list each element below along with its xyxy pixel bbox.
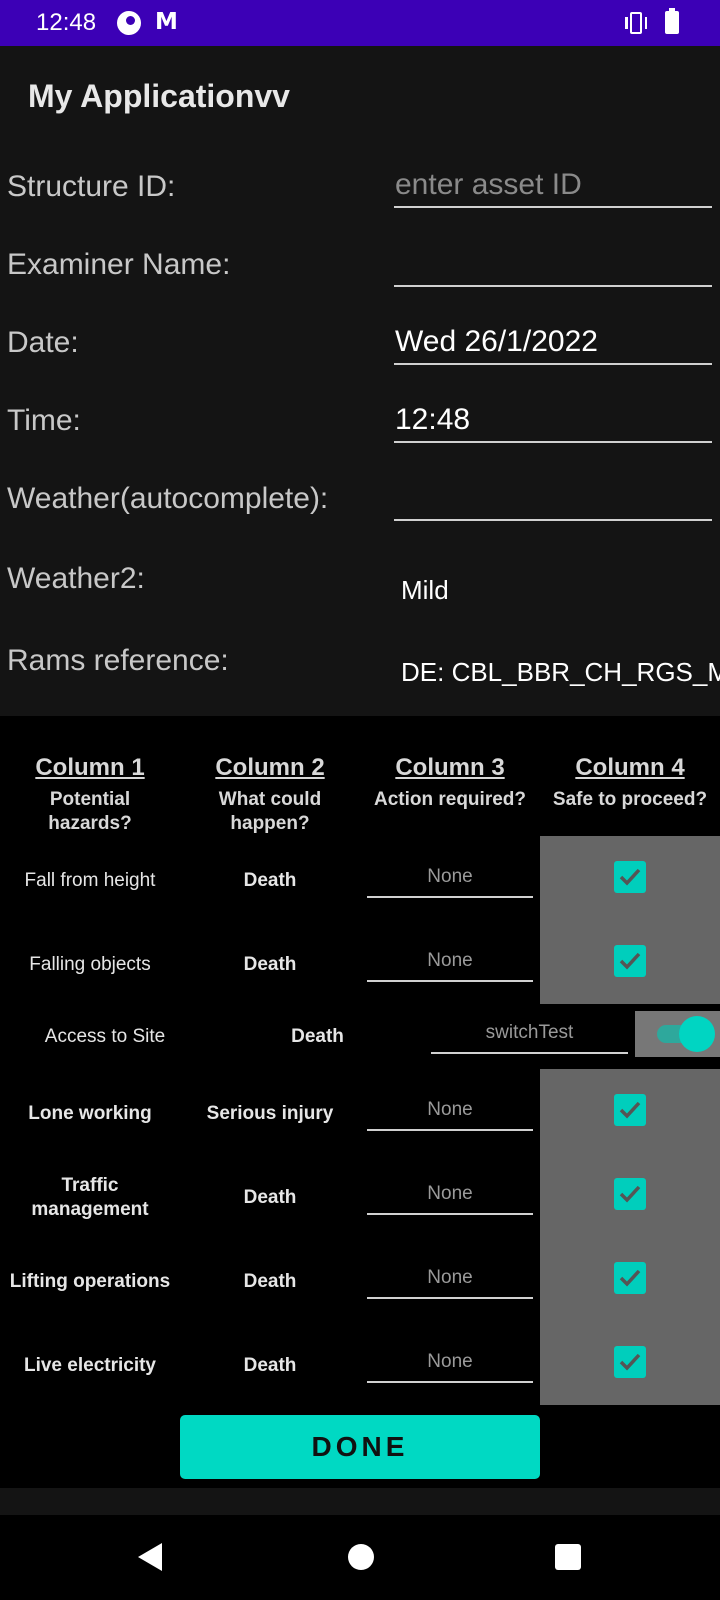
- battery-icon: [665, 8, 679, 34]
- app-title: My Applicationvv: [28, 78, 290, 114]
- check-icon: [619, 1101, 641, 1119]
- row-5-action-input[interactable]: None: [367, 1181, 533, 1215]
- status-time: 12:48: [36, 9, 97, 36]
- date-label: Date:: [7, 326, 79, 359]
- row-1-safe-checkbox[interactable]: [614, 861, 646, 893]
- row-5-safe-checkbox[interactable]: [614, 1178, 646, 1210]
- row-2-hazard: Falling objects: [29, 954, 151, 975]
- row-6-outcome: Death: [243, 1271, 297, 1292]
- check-icon: [619, 868, 641, 886]
- pocket-casts-icon: [117, 11, 141, 35]
- navigation-bar: [0, 1515, 720, 1600]
- column-1-subtitle-2: hazards?: [48, 813, 132, 834]
- back-icon[interactable]: [138, 1543, 162, 1571]
- check-icon: [619, 952, 641, 970]
- examiner-name-input[interactable]: [394, 245, 712, 287]
- weather-autocomplete-label: Weather(autocomplete):: [7, 482, 329, 515]
- bottom-strip: [0, 1488, 720, 1515]
- column-3-title: Column 3: [395, 754, 505, 781]
- status-bar: 12:48 M: [0, 0, 720, 46]
- column-4-header: Column 4 Safe to proceed?: [540, 754, 720, 812]
- row-4-outcome: Serious injury: [206, 1103, 334, 1124]
- row-5-hazard: Traffic management: [0, 1174, 180, 1222]
- check-icon: [619, 1353, 641, 1371]
- weather2-spinner[interactable]: Mild: [401, 575, 449, 606]
- column-2-subtitle-1: What could: [218, 789, 322, 810]
- row-1-outcome: Death: [243, 870, 297, 891]
- row-3-action-input[interactable]: switchTest: [431, 1020, 628, 1054]
- row-3-hazard: Access to Site: [44, 1026, 166, 1047]
- row-2-outcome: Death: [243, 954, 297, 975]
- row-6-hazard: Lifting operations: [9, 1271, 171, 1292]
- recents-icon[interactable]: [555, 1544, 581, 1570]
- column-2-title: Column 2: [215, 754, 325, 781]
- row-5-outcome: Death: [243, 1187, 297, 1208]
- row-7-safe-checkbox[interactable]: [614, 1346, 646, 1378]
- column-1-header: Column 1 Potential hazards?: [0, 754, 180, 836]
- rams-reference-label: Rams reference:: [7, 644, 229, 677]
- column-4-title: Column 4: [575, 754, 685, 781]
- column-4-subtitle-1: Safe to proceed?: [552, 789, 708, 810]
- row-6-safe-checkbox[interactable]: [614, 1262, 646, 1294]
- row-4-safe-checkbox[interactable]: [614, 1094, 646, 1126]
- row-3-safe-switch-thumb[interactable]: [679, 1016, 715, 1052]
- row-1-action-input[interactable]: None: [367, 864, 533, 898]
- column-1-title: Column 1: [35, 754, 145, 781]
- hazard-table: Column 1 Potential hazards? Column 2 Wha…: [0, 716, 720, 1486]
- row-5-hazard-line-2: management: [31, 1199, 149, 1220]
- rams-reference-spinner[interactable]: DE: CBL_BBR_CH_RGS_M: [401, 657, 720, 688]
- row-7-hazard: Live electricity: [23, 1355, 157, 1376]
- time-label: Time:: [7, 404, 81, 437]
- form-area: My Applicationvv Structure ID: enter ass…: [0, 46, 720, 716]
- weather2-label: Weather2:: [7, 562, 145, 595]
- date-input[interactable]: Wed 26/1/2022: [394, 323, 712, 365]
- row-1-hazard: Fall from height: [24, 870, 156, 891]
- row-4-action-input[interactable]: None: [367, 1097, 533, 1131]
- row-2-safe-checkbox[interactable]: [614, 945, 646, 977]
- examiner-name-label: Examiner Name:: [7, 248, 231, 281]
- row-2-action-input[interactable]: None: [367, 948, 533, 982]
- weather-autocomplete-input[interactable]: [394, 479, 712, 521]
- column-3-subtitle-1: Action required?: [373, 789, 526, 810]
- row-5-hazard-line-1: Traffic: [61, 1175, 119, 1196]
- home-icon[interactable]: [348, 1544, 374, 1570]
- row-7-outcome: Death: [243, 1355, 297, 1376]
- check-icon: [619, 1269, 641, 1287]
- row-6-action-input[interactable]: None: [367, 1265, 533, 1299]
- structure-id-input[interactable]: enter asset ID: [394, 166, 712, 208]
- column-2-subtitle-2: happen?: [230, 813, 310, 834]
- time-input[interactable]: 12:48: [394, 401, 712, 443]
- row-3-outcome: Death: [291, 1026, 344, 1047]
- column-3-header: Column 3 Action required?: [360, 754, 540, 812]
- check-icon: [619, 1185, 641, 1203]
- row-3-safe-switch-cell: [635, 1011, 720, 1057]
- vibrate-icon: [624, 12, 648, 34]
- done-button[interactable]: DONE: [180, 1415, 540, 1479]
- gmail-icon: M: [155, 9, 178, 35]
- row-7-action-input[interactable]: None: [367, 1349, 533, 1383]
- structure-id-label: Structure ID:: [7, 170, 176, 203]
- row-4-hazard: Lone working: [28, 1103, 152, 1124]
- column-2-header: Column 2 What could happen?: [180, 754, 360, 836]
- column-1-subtitle-1: Potential: [49, 789, 131, 810]
